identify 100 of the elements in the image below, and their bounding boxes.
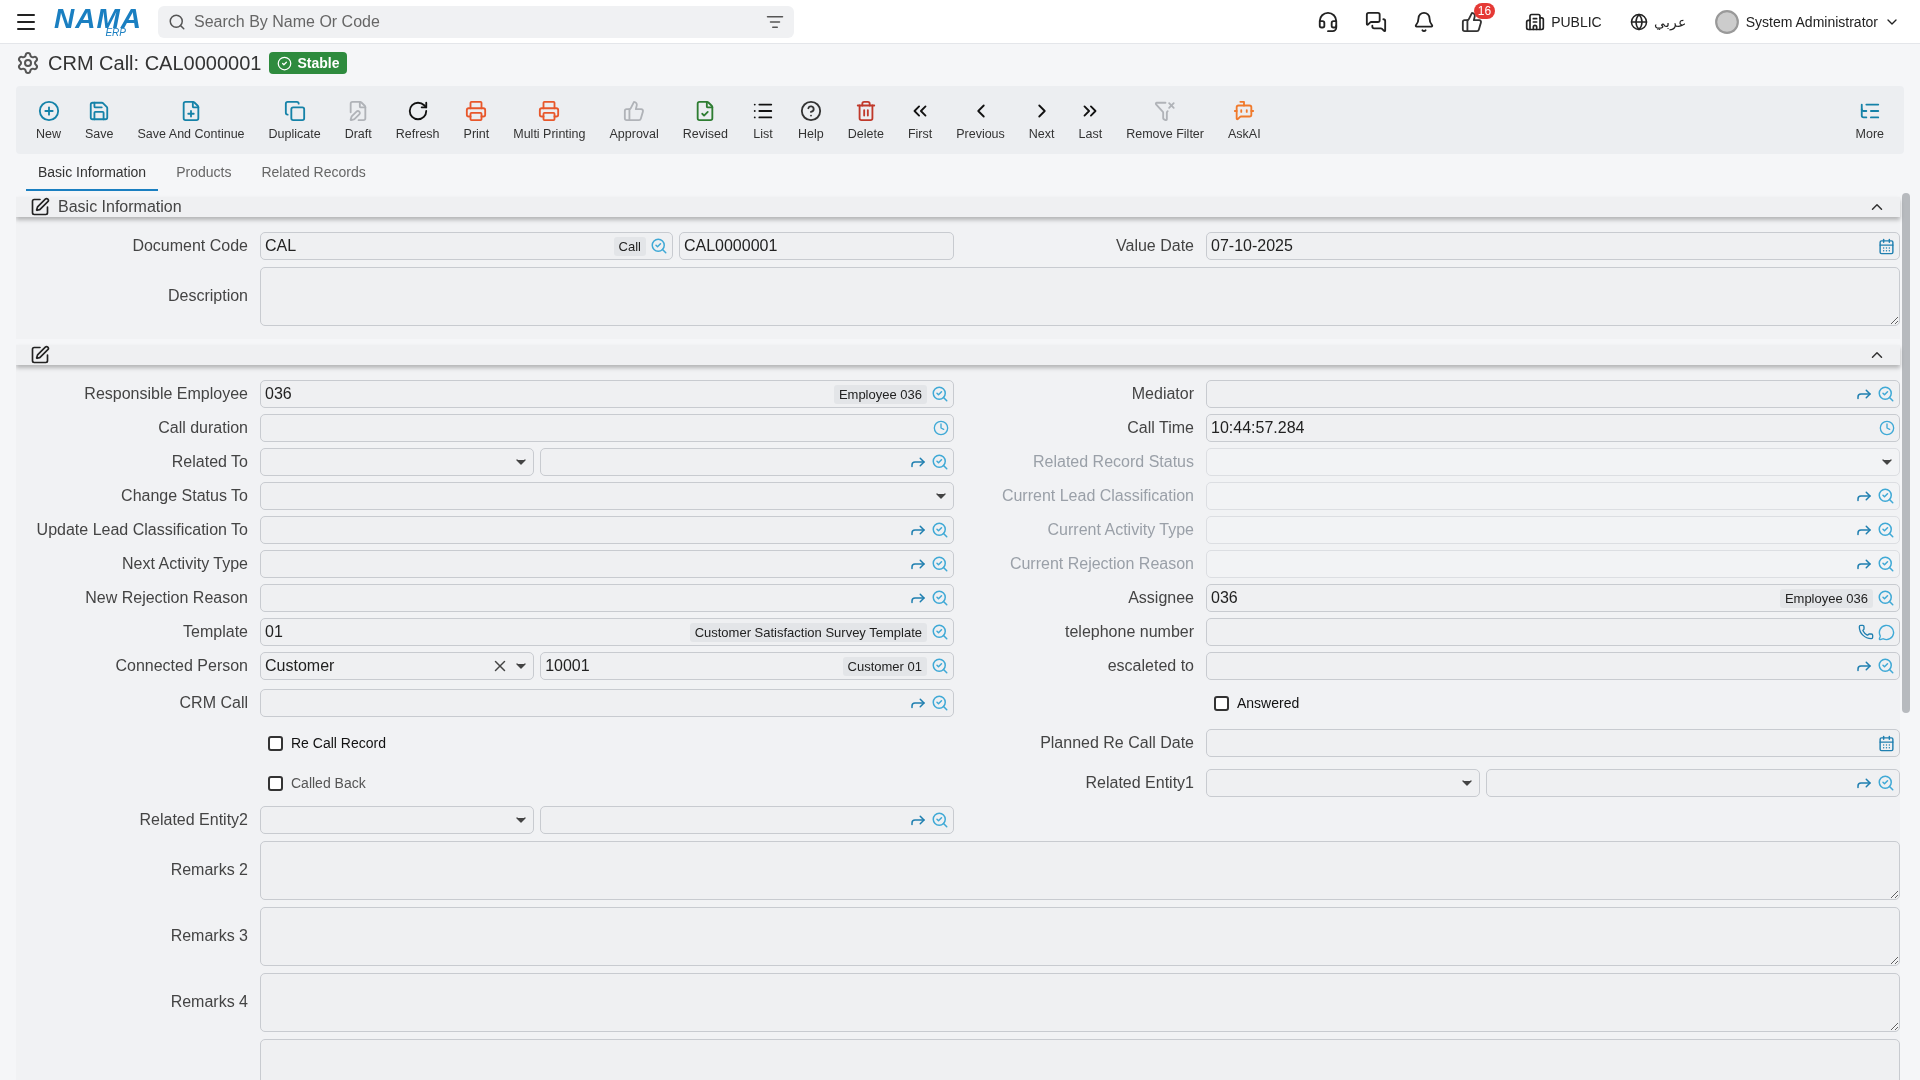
toolbar-button[interactable]: Last bbox=[1066, 99, 1115, 141]
search-icon[interactable] bbox=[1877, 589, 1895, 607]
search-icon[interactable] bbox=[1877, 657, 1895, 675]
tab[interactable]: Related Records bbox=[249, 155, 378, 191]
toolbar-button[interactable]: First bbox=[895, 99, 945, 141]
search-icon[interactable] bbox=[931, 694, 949, 712]
select-field[interactable] bbox=[1206, 448, 1900, 476]
select-field[interactable] bbox=[260, 806, 535, 834]
input-field[interactable] bbox=[1206, 380, 1900, 408]
search-icon[interactable] bbox=[931, 521, 949, 539]
toolbar-button[interactable]: More bbox=[1843, 99, 1896, 141]
toolbar-button[interactable]: AskAI bbox=[1215, 99, 1273, 141]
input-field[interactable] bbox=[1206, 618, 1900, 646]
toolbar-button[interactable]: Help bbox=[786, 99, 836, 141]
field-value: Customer bbox=[265, 657, 336, 675]
text-area[interactable] bbox=[260, 840, 1900, 900]
search-icon[interactable] bbox=[931, 453, 949, 471]
field-label: Current Activity Type bbox=[1046, 521, 1194, 539]
search-input[interactable]: Search By Name Or Code bbox=[192, 11, 760, 32]
input-field[interactable]: CAL0000001 bbox=[678, 232, 954, 260]
select-field[interactable] bbox=[260, 448, 535, 476]
input-field[interactable] bbox=[1486, 769, 1900, 797]
toolbar-button[interactable]: Refresh bbox=[383, 99, 452, 141]
toolbar-button[interactable]: List bbox=[740, 99, 786, 141]
date-field[interactable]: 07-10-2025 bbox=[1206, 232, 1900, 260]
tab[interactable]: Products bbox=[164, 155, 244, 191]
input-field[interactable] bbox=[1206, 652, 1900, 680]
edit-icon bbox=[30, 345, 50, 365]
field-label: CRM Call bbox=[178, 694, 248, 712]
clock-icon[interactable] bbox=[933, 420, 949, 436]
text-area[interactable] bbox=[260, 906, 1900, 966]
checkbox[interactable] bbox=[1214, 695, 1229, 711]
date-field[interactable] bbox=[1206, 729, 1900, 757]
calendar-icon[interactable] bbox=[1878, 237, 1895, 255]
company-selector[interactable]: PUBLIC bbox=[1517, 11, 1610, 32]
headset-icon[interactable] bbox=[1317, 10, 1340, 33]
input-field[interactable] bbox=[260, 516, 954, 544]
field-label: Related Record Status bbox=[1032, 453, 1194, 471]
search-icon[interactable] bbox=[931, 555, 949, 573]
toolbar-button[interactable]: New bbox=[24, 99, 73, 141]
field-label: Remarks 2 bbox=[169, 861, 248, 879]
search-icon[interactable] bbox=[931, 589, 949, 607]
toolbar-button[interactable]: Print bbox=[451, 99, 502, 141]
search-field[interactable]: Search By Name Or Code bbox=[158, 5, 794, 38]
text-area[interactable] bbox=[260, 972, 1900, 1032]
input-field[interactable] bbox=[540, 806, 954, 834]
field-value: 036 bbox=[265, 385, 293, 403]
chat-icon[interactable] bbox=[1365, 10, 1388, 33]
select-field[interactable] bbox=[1206, 769, 1481, 797]
text-area[interactable] bbox=[260, 266, 1900, 326]
input-field[interactable]: 10001 Customer 01 bbox=[540, 652, 954, 680]
input-field[interactable] bbox=[260, 550, 954, 578]
bell-icon[interactable] bbox=[1413, 10, 1436, 33]
toolbar-button[interactable]: Delete bbox=[835, 99, 896, 141]
search-icon[interactable] bbox=[1877, 521, 1895, 539]
toolbar-button[interactable]: Multi Printing bbox=[501, 99, 598, 141]
toolbar-button[interactable]: Save bbox=[73, 99, 126, 141]
toolbar-button[interactable]: Save And Continue bbox=[125, 99, 257, 141]
phone-icon[interactable] bbox=[1858, 624, 1874, 640]
scrollbar-thumb[interactable] bbox=[1902, 193, 1910, 713]
user-menu[interactable]: System Administrator bbox=[1705, 8, 1908, 35]
avatar-icon bbox=[1713, 8, 1740, 35]
select-field[interactable]: Customer bbox=[260, 652, 535, 680]
field-value: 10001 bbox=[545, 657, 591, 675]
checkbox[interactable] bbox=[268, 735, 283, 751]
field-label: Assignee bbox=[1127, 589, 1194, 607]
input-field[interactable]: 036 Employee 036 bbox=[260, 380, 954, 408]
input-field[interactable]: 01 Customer Satisfaction Survey Template bbox=[260, 618, 954, 646]
select-field[interactable] bbox=[260, 482, 954, 510]
search-icon[interactable] bbox=[931, 657, 949, 675]
time-field[interactable] bbox=[260, 414, 954, 442]
time-field[interactable]: 10:44:57.284 bbox=[1206, 414, 1900, 442]
input-field[interactable] bbox=[260, 584, 954, 612]
search-icon[interactable] bbox=[931, 811, 949, 829]
clock-icon[interactable] bbox=[1879, 420, 1895, 436]
input-field[interactable]: 036 Employee 036 bbox=[1206, 584, 1900, 612]
toolbar-button[interactable]: Previous bbox=[944, 99, 1017, 141]
search-icon[interactable] bbox=[931, 623, 949, 641]
language-selector[interactable]: عربي bbox=[1621, 12, 1694, 31]
toolbar-button[interactable]: Revised bbox=[670, 99, 740, 141]
search-icon[interactable] bbox=[1877, 385, 1895, 403]
field-label: Connected Person bbox=[114, 657, 248, 675]
search-icon[interactable] bbox=[649, 237, 668, 255]
tab[interactable]: Basic Information bbox=[26, 155, 159, 191]
toolbar-button[interactable]: Duplicate bbox=[256, 99, 333, 141]
input-field[interactable] bbox=[1206, 482, 1900, 510]
input-field[interactable] bbox=[540, 448, 954, 476]
search-icon[interactable] bbox=[1877, 555, 1895, 573]
building-icon bbox=[1525, 11, 1546, 32]
search-icon[interactable] bbox=[1877, 487, 1895, 505]
input-field[interactable]: CAL Call bbox=[260, 232, 673, 260]
search-icon[interactable] bbox=[931, 385, 949, 403]
toolbar-button[interactable]: Next bbox=[1016, 99, 1067, 141]
field-label: Next Activity Type bbox=[121, 555, 248, 573]
text-area[interactable] bbox=[260, 1038, 1900, 1080]
input-field[interactable] bbox=[260, 689, 954, 717]
calendar-icon[interactable] bbox=[1878, 734, 1895, 752]
input-field[interactable] bbox=[1206, 516, 1900, 544]
search-icon[interactable] bbox=[1877, 774, 1895, 792]
input-field[interactable] bbox=[1206, 550, 1900, 578]
